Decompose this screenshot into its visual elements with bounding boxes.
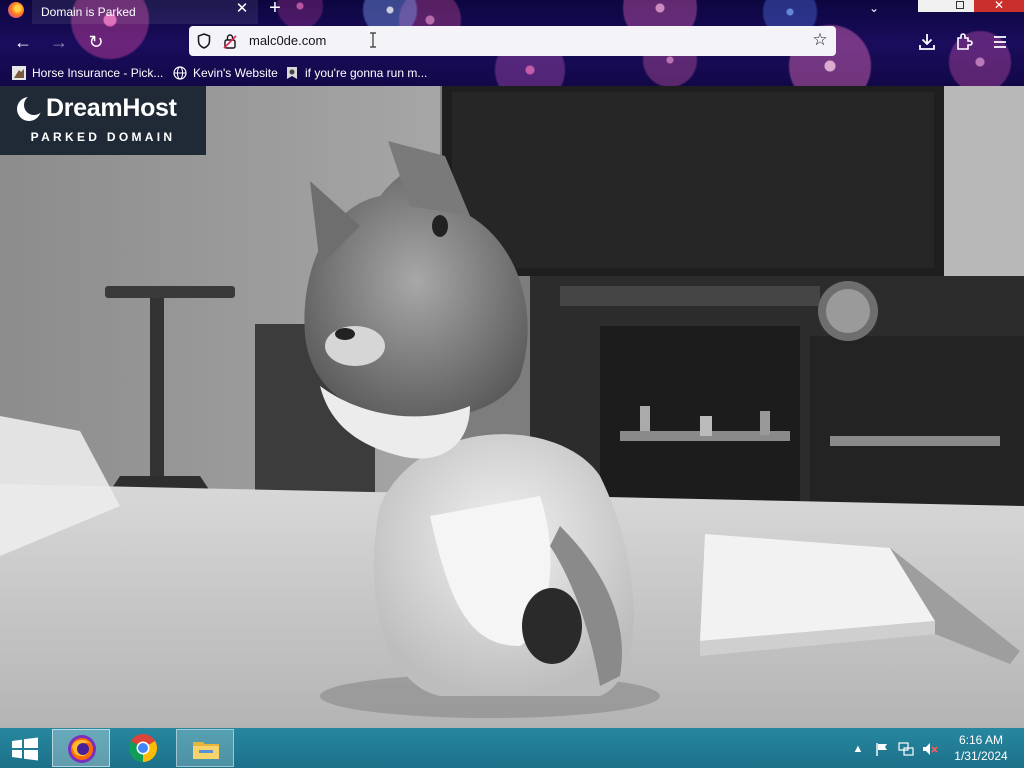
parked-domain-label: PARKED DOMAIN: [30, 130, 176, 144]
tab-domain-is-parked[interactable]: Domain is Parked: [32, 0, 258, 24]
window-controls: ✕: [918, 0, 1024, 12]
bookmarks-toolbar: Horse Insurance - Pick... Kevin's Websit…: [0, 62, 1024, 84]
forward-button[interactable]: →: [47, 30, 71, 54]
insecure-lock-icon[interactable]: [223, 33, 237, 49]
bookmark-favicon-icon: [287, 67, 297, 79]
hamburger-menu-icon[interactable]: [988, 30, 1012, 54]
firefox-logo-icon: [8, 2, 24, 18]
kitten-photo: [0, 86, 1024, 728]
show-hidden-icons-button[interactable]: ▲: [850, 741, 866, 757]
dreamhost-moon-icon: [17, 96, 42, 121]
list-all-tabs-button[interactable]: ⌄: [864, 0, 884, 18]
tracking-protection-shield-icon[interactable]: [197, 33, 211, 49]
new-tab-button[interactable]: +: [266, 0, 284, 19]
bookmark-star-icon[interactable]: ☆: [811, 31, 829, 49]
bookmark-kevins-website[interactable]: Kevin's Website: [173, 64, 278, 82]
windows-start-icon[interactable]: [10, 737, 40, 761]
text-cursor-icon: [370, 32, 376, 48]
taskbar-firefox-button[interactable]: [52, 729, 110, 767]
tab-strip: Domain is Parked ✕ + ⌄ ✕: [0, 0, 1024, 24]
browser-chrome: Domain is Parked ✕ + ⌄ ✕ ← → ↻ malc0de.c…: [0, 0, 1024, 86]
network-icon[interactable]: [898, 741, 914, 757]
taskbar-chrome-button[interactable]: [114, 729, 172, 767]
file-explorer-icon: [193, 742, 219, 759]
dreamhost-logo-badge[interactable]: DreamHost PARKED DOMAIN: [0, 86, 206, 155]
system-tray: ▲: [850, 740, 946, 758]
dreamhost-brand-text: DreamHost: [46, 94, 177, 122]
flag-icon[interactable]: [874, 741, 890, 757]
tab-title: Domain is Parked: [41, 5, 136, 19]
extensions-puzzle-icon[interactable]: [952, 30, 976, 54]
chrome-icon: [129, 734, 157, 762]
downloads-icon[interactable]: [915, 30, 939, 54]
navigation-toolbar: ← → ↻ malc0de.com ☆: [0, 26, 1024, 58]
address-bar[interactable]: malc0de.com ☆: [189, 26, 836, 56]
reload-button[interactable]: ↻: [84, 30, 108, 54]
taskbar-file-explorer-button[interactable]: [176, 729, 234, 767]
globe-icon: [173, 66, 187, 80]
bookmark-label: Kevin's Website: [193, 66, 278, 80]
bookmark-label: Horse Insurance - Pick...: [32, 66, 164, 80]
horse-favicon-icon: [12, 66, 26, 80]
firefox-icon: [68, 735, 96, 763]
back-button[interactable]: ←: [11, 30, 35, 54]
windows-taskbar: ▲ 6:16 AM 1/31/2024: [0, 728, 1024, 768]
volume-muted-icon[interactable]: [922, 741, 938, 757]
clock-time: 6:16 AM: [958, 733, 1004, 747]
tab-close-icon[interactable]: ✕: [234, 0, 250, 20]
restore-icon: [956, 1, 964, 9]
taskbar-clock[interactable]: 6:16 AM 1/31/2024: [948, 732, 1014, 764]
url-text[interactable]: malc0de.com: [249, 33, 326, 48]
page-content: DreamHost PARKED DOMAIN: [0, 86, 1024, 728]
close-window-button[interactable]: ✕: [974, 0, 1024, 12]
bookmark-horse-insurance[interactable]: Horse Insurance - Pick...: [12, 64, 163, 82]
clock-date: 1/31/2024: [954, 749, 1008, 763]
restore-window-button[interactable]: [918, 0, 974, 12]
bookmark-if-youre-gonna-run[interactable]: if you're gonna run m...: [285, 64, 427, 82]
bookmark-label: if you're gonna run m...: [305, 66, 428, 80]
